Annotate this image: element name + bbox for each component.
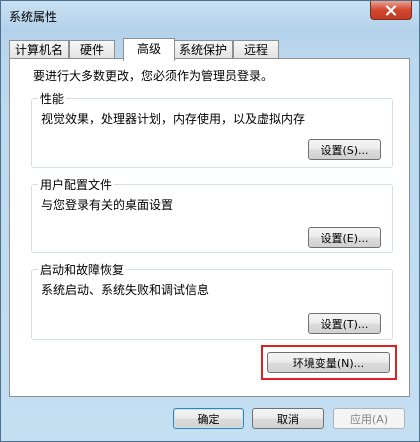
tab-remote[interactable]: 远程 bbox=[233, 40, 279, 59]
tab-hardware[interactable]: 硬件 bbox=[69, 40, 115, 59]
environment-variables-button[interactable]: 环境变量(N)... bbox=[267, 352, 390, 373]
user-profiles-description: 与您登录有关的桌面设置 bbox=[41, 198, 174, 212]
advanced-tab-panel: 要进行大多数更改，您必须作为管理员登录。 性能 视觉效果，处理器计划，内存使用，… bbox=[9, 58, 410, 397]
startup-recovery-group-title: 启动和故障恢复 bbox=[38, 261, 127, 278]
title-bar[interactable]: 系统属性 bbox=[1, 1, 419, 31]
startup-recovery-description: 系统启动、系统失败和调试信息 bbox=[41, 283, 210, 297]
window-title: 系统属性 bbox=[9, 10, 58, 24]
close-icon bbox=[385, 4, 397, 16]
admin-note: 要进行大多数更改，您必须作为管理员登录。 bbox=[33, 69, 274, 83]
tab-system-protection[interactable]: 系统保护 bbox=[173, 40, 233, 59]
cancel-button[interactable]: 取消 bbox=[252, 408, 324, 429]
startup-recovery-settings-button[interactable]: 设置(T)... bbox=[308, 313, 381, 334]
close-button[interactable] bbox=[370, 1, 412, 20]
apply-button[interactable]: 应用(A) bbox=[333, 408, 405, 429]
tab-advanced[interactable]: 高级 bbox=[123, 38, 175, 61]
ok-button[interactable]: 确定 bbox=[173, 408, 244, 429]
user-profiles-group: 用户配置文件 与您登录有关的桌面设置 设置(E)... bbox=[31, 176, 393, 253]
dialog-button-bar: 确定 取消 应用(A) bbox=[1, 397, 419, 441]
system-properties-window: 系统属性 计算机名 硬件 高级 系统保护 远程 要进行大多数更改，您必须作为管理… bbox=[0, 0, 420, 442]
performance-settings-button[interactable]: 设置(S)... bbox=[308, 139, 381, 160]
tab-computer-name[interactable]: 计算机名 bbox=[9, 40, 69, 59]
startup-recovery-group: 启动和故障恢复 系统启动、系统失败和调试信息 设置(T)... bbox=[31, 261, 393, 340]
performance-group: 性能 视觉效果，处理器计划，内存使用，以及虚拟内存 设置(S)... bbox=[31, 90, 393, 168]
performance-description: 视觉效果，处理器计划，内存使用，以及虚拟内存 bbox=[41, 112, 306, 126]
user-profiles-group-title: 用户配置文件 bbox=[38, 176, 115, 193]
user-profiles-settings-button[interactable]: 设置(E)... bbox=[308, 227, 381, 248]
performance-group-title: 性能 bbox=[38, 90, 67, 107]
